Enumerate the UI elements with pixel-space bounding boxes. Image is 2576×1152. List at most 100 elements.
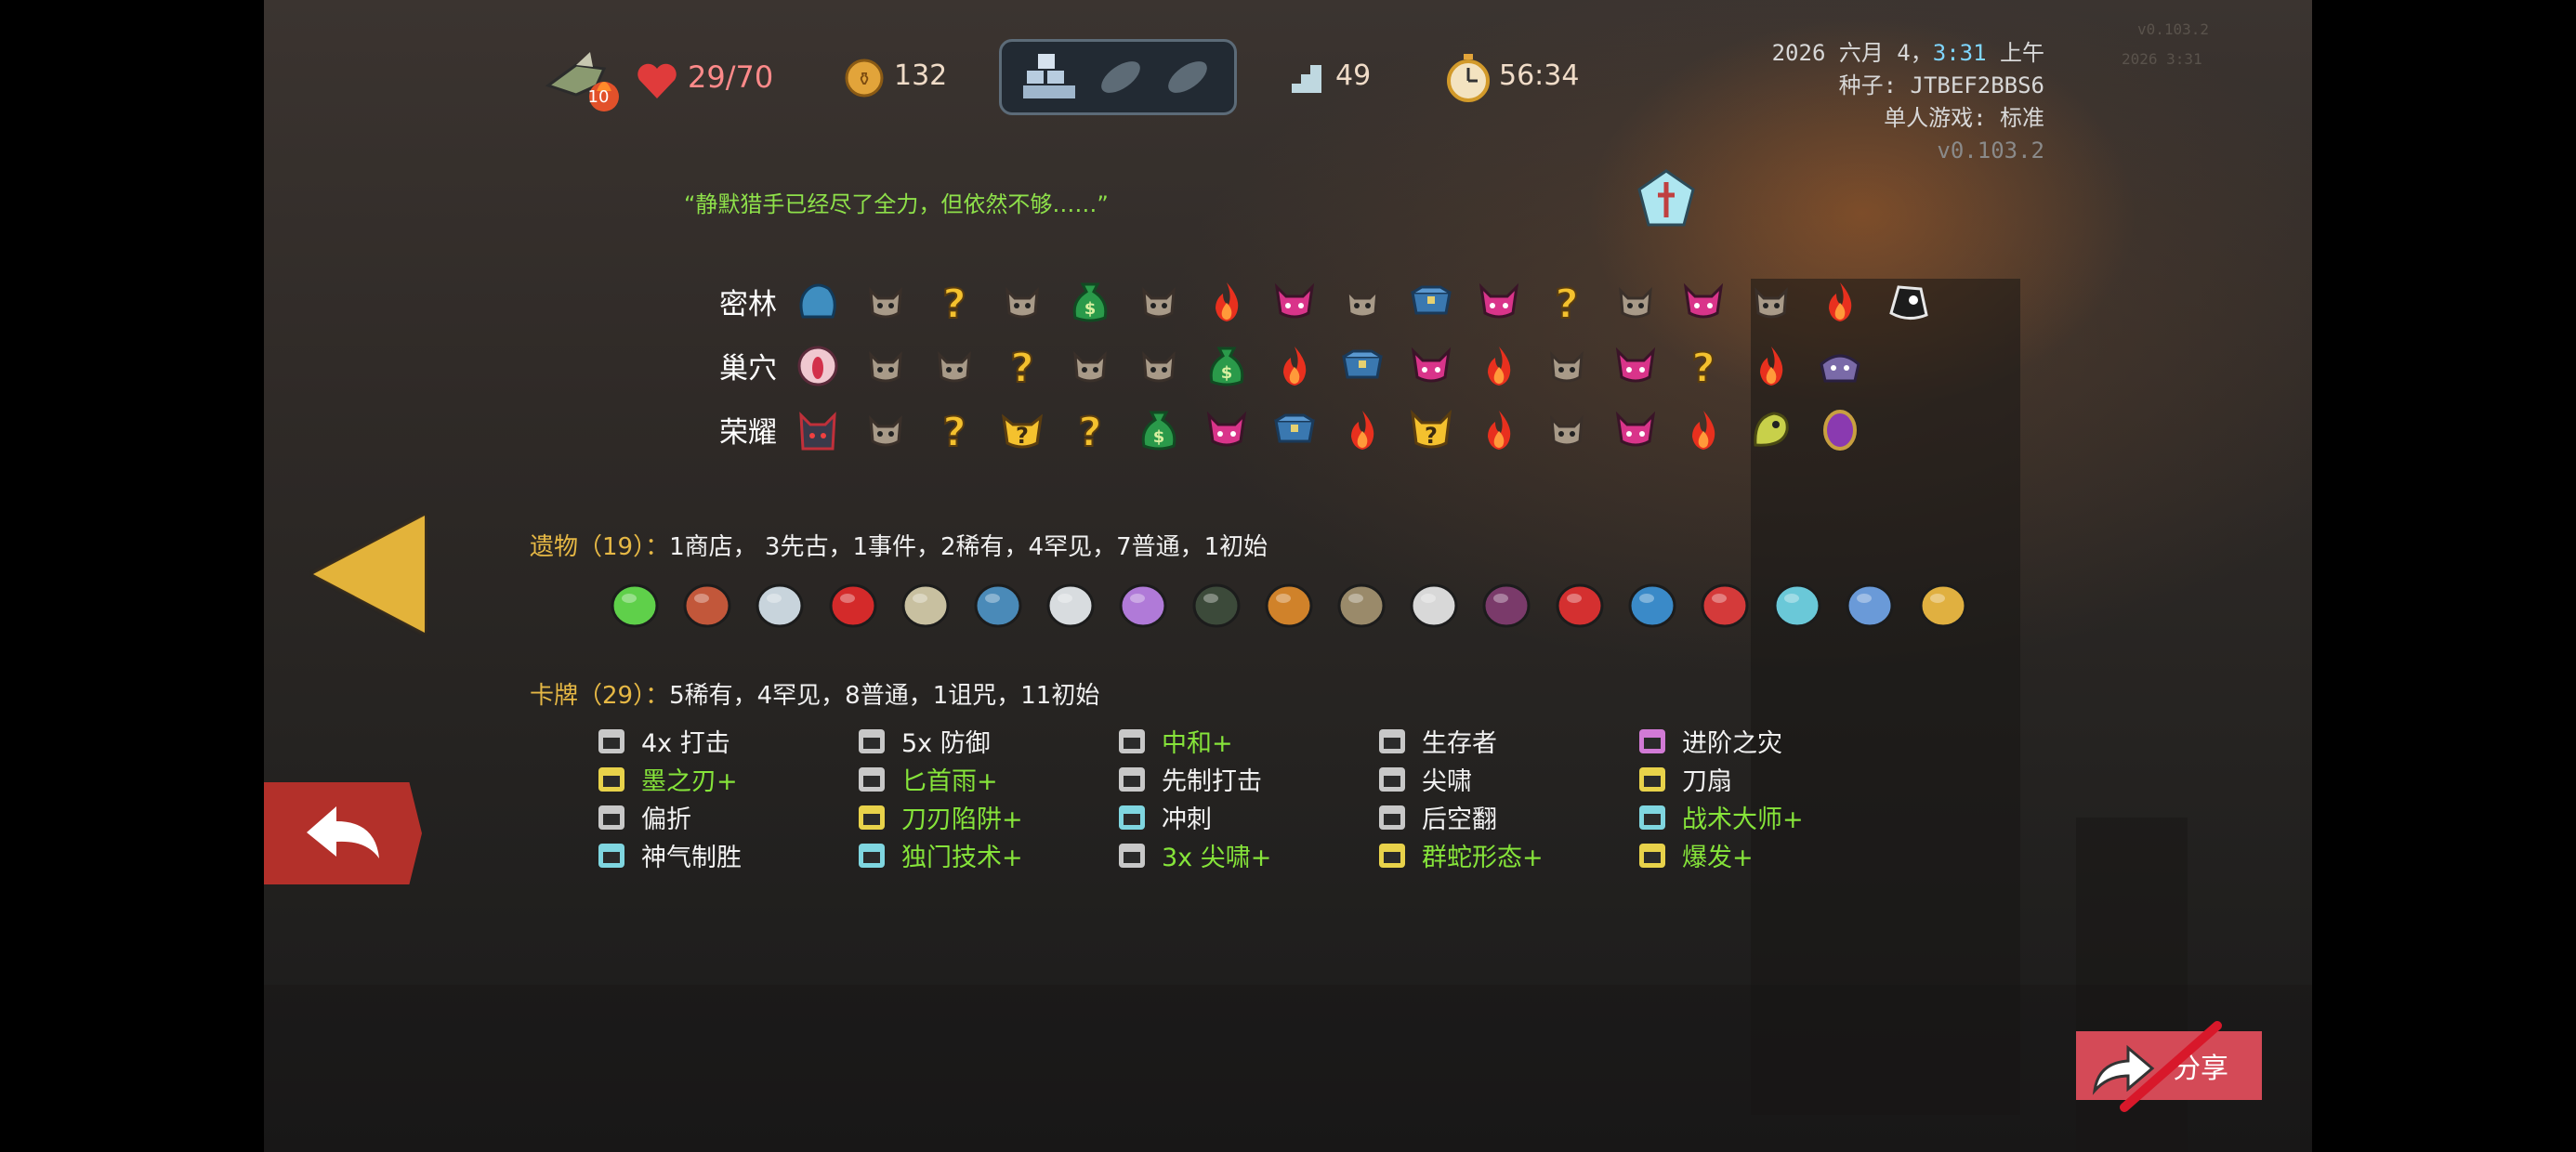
snail-shell-relic-icon[interactable]	[1330, 572, 1393, 635]
treasure-bag-map-icon[interactable]: $	[1067, 279, 1113, 325]
monster-map-icon[interactable]	[1339, 279, 1386, 325]
card-item[interactable]: 后空翻	[1379, 799, 1497, 835]
treasure-bag-map-icon[interactable]: $	[1136, 407, 1182, 453]
card-item[interactable]: 先制打击	[1119, 761, 1262, 797]
monster-map-icon[interactable]	[1544, 407, 1590, 453]
unknown-map-icon[interactable]: ?	[931, 407, 978, 453]
candelabra-relic-icon[interactable]	[894, 572, 957, 635]
monster-map-icon[interactable]	[1748, 279, 1794, 325]
potion-slot-1[interactable]	[1020, 49, 1078, 103]
card-name: 先制打击	[1162, 767, 1262, 796]
card-item[interactable]: 神气制胜	[598, 837, 742, 873]
card-item[interactable]: 刀扇	[1639, 761, 1732, 797]
rest-map-icon[interactable]	[1203, 279, 1250, 325]
card-item[interactable]: 战术大师+	[1639, 799, 1804, 835]
card-item[interactable]: 群蛇形态+	[1379, 837, 1544, 873]
boss-black-map-icon[interactable]	[1885, 279, 1931, 325]
voodoo-doll-relic-icon[interactable]	[1111, 572, 1175, 635]
unknown-map-icon[interactable]: ?	[931, 279, 978, 325]
meat-relic-icon[interactable]	[676, 572, 739, 635]
monster-map-icon[interactable]	[1136, 279, 1182, 325]
card-item[interactable]: 偏折	[598, 799, 691, 835]
elite-map-icon[interactable]	[1680, 279, 1727, 325]
monster-map-icon[interactable]	[1136, 343, 1182, 389]
monster-map-icon[interactable]	[999, 279, 1045, 325]
dark-egg-relic-icon[interactable]	[1185, 572, 1248, 635]
golden-vajra-relic-icon[interactable]	[1912, 572, 1975, 635]
chest-map-icon[interactable]	[1271, 407, 1318, 453]
chest-map-icon[interactable]	[1408, 279, 1454, 325]
boss-slime-map-icon[interactable]	[795, 279, 841, 325]
back-button[interactable]	[264, 782, 422, 884]
boss-dark-map-icon[interactable]	[795, 407, 841, 453]
boss-yellow-map-icon[interactable]	[1748, 407, 1794, 453]
monster-map-icon[interactable]	[862, 407, 909, 453]
card-item[interactable]: 3x 尖啸+	[1119, 837, 1271, 873]
rest-map-icon[interactable]	[1476, 407, 1522, 453]
card-item[interactable]: 爆发+	[1639, 837, 1754, 873]
rest-map-icon[interactable]	[1817, 279, 1863, 325]
smooth-stone-relic-icon[interactable]	[748, 572, 811, 635]
red-chest-relic-icon[interactable]	[1693, 572, 1756, 635]
card-item[interactable]: 冲刺	[1119, 799, 1212, 835]
monster-map-icon[interactable]	[1544, 343, 1590, 389]
potion-slot-2[interactable]	[1093, 51, 1149, 103]
death-quote: “静默猎手已经尽了全力，但依然不够……”	[684, 191, 1109, 217]
monster-map-icon[interactable]	[1612, 279, 1659, 325]
red-envelope-relic-icon[interactable]	[821, 572, 885, 635]
unknown-map-icon[interactable]: ?	[1544, 279, 1590, 325]
card-item[interactable]: 5x 防御	[859, 723, 991, 759]
card-item[interactable]: 生存者	[1379, 723, 1497, 759]
rest-map-icon[interactable]	[1748, 343, 1794, 389]
card-name: 刀扇	[1682, 767, 1732, 796]
card-type-icon	[1379, 843, 1405, 868]
boss-purple-map-icon[interactable]	[1817, 343, 1863, 389]
run-info: 2026 六月 4，3:31 上午 种子: JTBEF2BBS6 单人游戏: 标…	[1673, 37, 2044, 167]
anchor-relic-icon[interactable]	[1621, 572, 1684, 635]
card-item[interactable]: 尖啸	[1379, 761, 1472, 797]
monster-map-icon[interactable]	[862, 343, 909, 389]
monster-map-icon[interactable]	[862, 279, 909, 325]
rest-map-icon[interactable]	[1271, 343, 1318, 389]
sickle-relic-icon[interactable]	[1402, 572, 1465, 635]
unknown-map-icon[interactable]: ?	[999, 343, 1045, 389]
treasure-box-relic-icon[interactable]	[1257, 572, 1321, 635]
card-item[interactable]: 墨之刃+	[598, 761, 738, 797]
scroll-relic-icon[interactable]	[1838, 572, 1901, 635]
potion-slot-3[interactable]	[1160, 51, 1216, 103]
card-item[interactable]: 4x 打击	[598, 723, 730, 759]
treasure-bag-map-icon[interactable]: $	[1203, 343, 1250, 389]
elite-map-icon[interactable]	[1271, 279, 1318, 325]
boss-eye-map-icon[interactable]	[795, 343, 841, 389]
rest-map-icon[interactable]	[1339, 407, 1386, 453]
unknown-elite-map-icon[interactable]: ?	[1408, 407, 1454, 453]
monster-map-icon[interactable]	[931, 343, 978, 389]
card-item[interactable]: 匕首雨+	[859, 761, 998, 797]
elite-map-icon[interactable]	[1408, 343, 1454, 389]
rest-map-icon[interactable]	[1476, 343, 1522, 389]
rest-map-icon[interactable]	[1680, 407, 1727, 453]
unknown-monster-map-icon[interactable]: ?	[999, 407, 1045, 453]
violin-relic-icon[interactable]	[1475, 572, 1538, 635]
boss-orb-map-icon[interactable]	[1817, 407, 1863, 453]
monster-map-icon[interactable]	[1067, 343, 1113, 389]
crystal-gem-relic-icon[interactable]	[1766, 572, 1829, 635]
elite-map-icon[interactable]	[1612, 343, 1659, 389]
card-type-icon	[1119, 766, 1145, 792]
pale-egg-relic-icon[interactable]	[1039, 572, 1102, 635]
anvil-relic-icon[interactable]	[966, 572, 1030, 635]
chest-map-icon[interactable]	[1339, 343, 1386, 389]
elite-map-icon[interactable]	[1203, 407, 1250, 453]
unknown-map-icon[interactable]: ?	[1067, 407, 1113, 453]
card-item[interactable]: 独门技术+	[859, 837, 1023, 873]
card-item[interactable]: 进阶之灾	[1639, 723, 1782, 759]
unknown-map-icon[interactable]: ?	[1680, 343, 1727, 389]
red-pillow-relic-icon[interactable]	[1548, 572, 1611, 635]
elite-map-icon[interactable]	[1612, 407, 1659, 453]
previous-run-arrow[interactable]	[313, 516, 425, 633]
back-arrow-icon	[307, 806, 379, 858]
card-item[interactable]: 刀刃陷阱+	[859, 799, 1023, 835]
green-ring-relic-icon[interactable]	[603, 572, 666, 635]
elite-map-icon[interactable]	[1476, 279, 1522, 325]
card-item[interactable]: 中和+	[1119, 723, 1233, 759]
